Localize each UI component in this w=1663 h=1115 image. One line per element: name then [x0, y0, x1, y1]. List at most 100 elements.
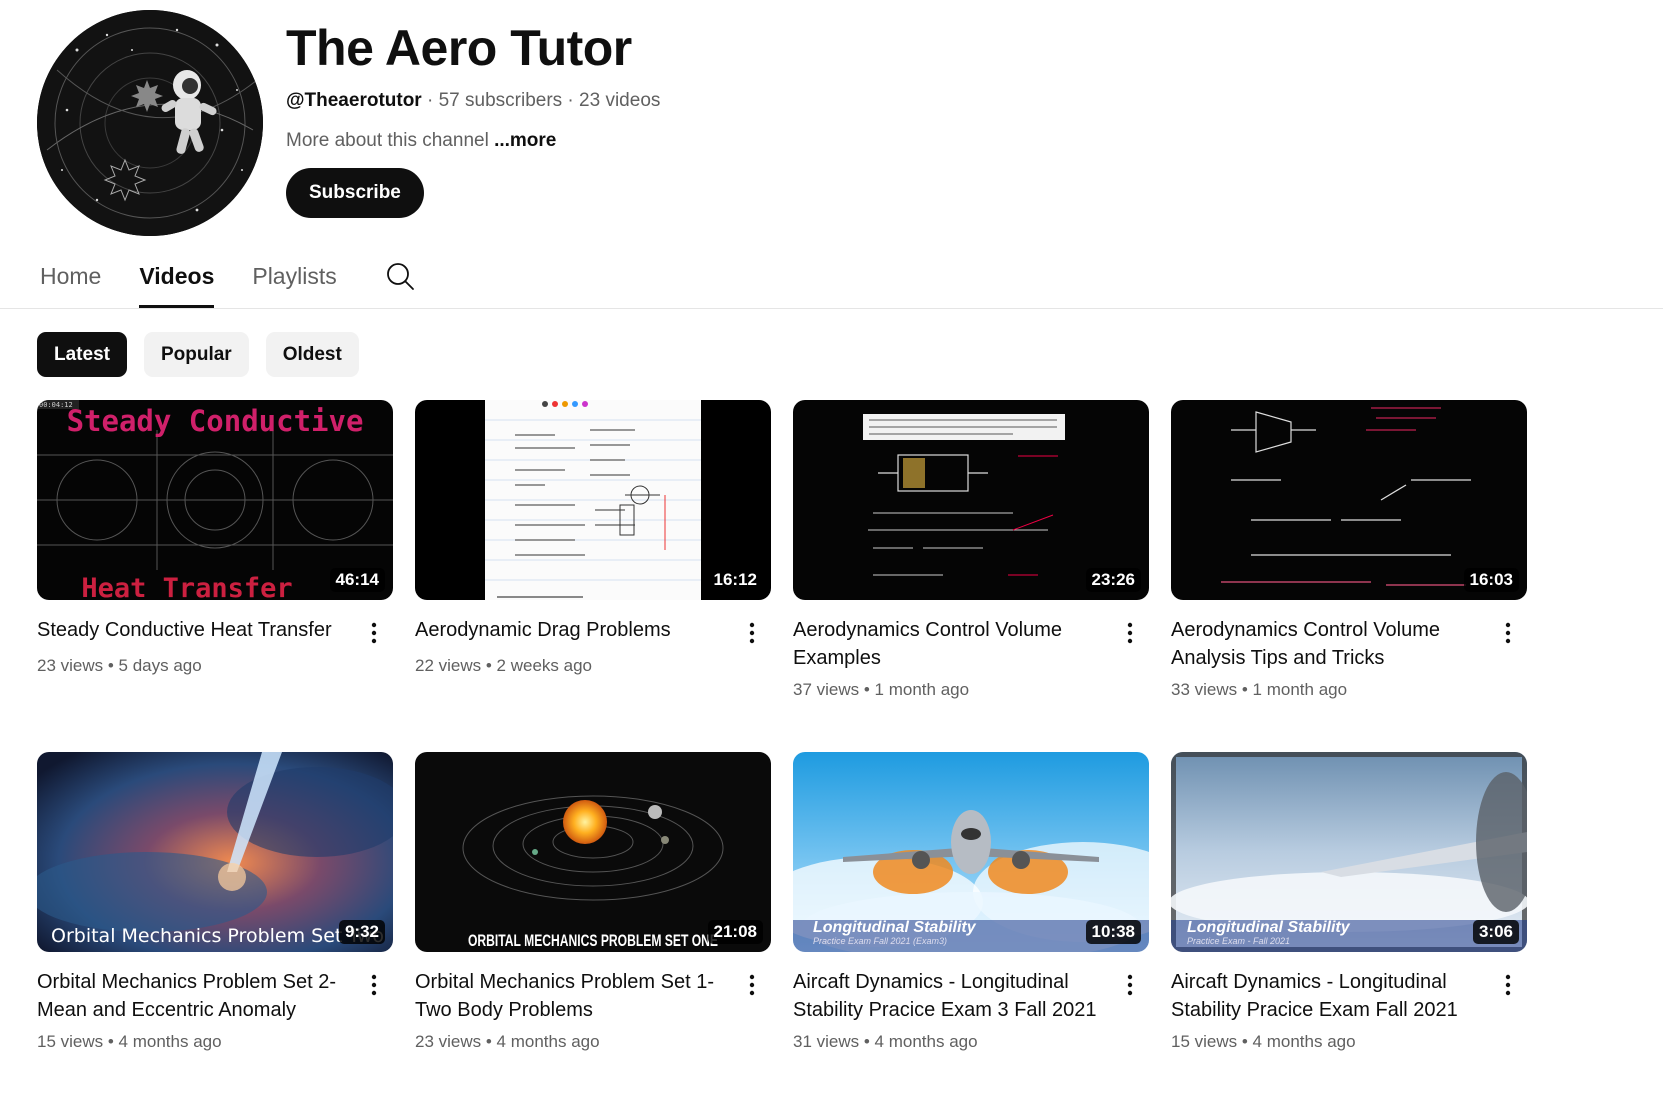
meta-dot: • — [103, 1032, 119, 1051]
video-title[interactable]: Aircaft Dynamics - Longitudinal Stabilit… — [1171, 968, 1489, 1024]
more-vert-icon[interactable] — [1115, 618, 1145, 648]
meta-separator: · — [421, 90, 439, 111]
view-count: 22 views — [415, 656, 482, 675]
video-thumbnail[interactable]: Orbital Mechanics Problem Set Two 9:32 — [37, 752, 393, 952]
thumb-subtitle: Practice Exam - Fall 2021 — [1187, 936, 1290, 946]
chip-latest[interactable]: Latest — [37, 332, 127, 377]
thumb-title-top: Steady Conductive — [67, 404, 364, 438]
tab-videos[interactable]: Videos — [139, 256, 215, 308]
upload-age: 1 month ago — [874, 680, 970, 699]
video-meta: 33 views • 1 month ago — [1171, 680, 1527, 700]
video-card: Steady Conductive Heat Transfer 00:04:12… — [37, 400, 393, 676]
video-card: ORBITAL MECHANICS PROBLEM SET ONE 21:08 … — [415, 752, 771, 1052]
meta-dot: • — [481, 1032, 497, 1051]
video-duration: 9:32 — [338, 920, 385, 944]
view-count: 37 views — [793, 680, 860, 699]
upload-age: 1 month ago — [1252, 680, 1348, 699]
more-vert-icon[interactable] — [1115, 970, 1145, 1000]
video-duration: 3:06 — [1472, 920, 1519, 944]
video-thumbnail[interactable]: Steady Conductive Heat Transfer 00:04:12… — [37, 400, 393, 600]
thumb-title-bottom: Heat Transfer — [81, 573, 292, 600]
video-duration: 46:14 — [329, 568, 385, 592]
more-vert-icon[interactable] — [737, 618, 767, 648]
video-title[interactable]: Steady Conductive Heat Transfer — [37, 616, 355, 648]
video-thumbnail[interactable]: 16:03 — [1171, 400, 1527, 600]
channel-name: The Aero Tutor — [286, 20, 632, 76]
channel-about[interactable]: More about this channel ...more — [286, 130, 660, 152]
video-title[interactable]: Aircaft Dynamics - Longitudinal Stabilit… — [793, 968, 1111, 1024]
video-duration: 21:08 — [707, 920, 763, 944]
video-thumbnail[interactable]: Longitudinal Stability Practice Exam - F… — [1171, 752, 1527, 952]
tabs-divider — [0, 308, 1663, 309]
video-thumbnail[interactable]: 23:26 — [793, 400, 1149, 600]
view-count: 23 views — [37, 656, 104, 675]
video-meta: 31 views • 4 months ago — [793, 1032, 1149, 1052]
video-card: 16:12 Aerodynamic Drag Problems 22 views… — [415, 400, 771, 676]
video-meta: 23 views • 5 days ago — [37, 656, 393, 676]
video-meta: 15 views • 4 months ago — [37, 1032, 393, 1052]
video-card: Orbital Mechanics Problem Set Two 9:32 O… — [37, 752, 393, 1052]
video-thumbnail[interactable]: ORBITAL MECHANICS PROBLEM SET ONE 21:08 — [415, 752, 771, 952]
subscriber-count: 57 subscribers — [438, 90, 563, 111]
channel-meta: @Theaerotutor · 57 subscribers · 23 vide… — [286, 90, 660, 112]
video-title[interactable]: Aerodynamic Drag Problems — [415, 616, 733, 648]
more-vert-icon[interactable] — [359, 618, 389, 648]
chip-popular[interactable]: Popular — [143, 332, 249, 377]
channel-page: The Aero Tutor @Theaerotutor · 57 subscr… — [0, 0, 1663, 1115]
channel-avatar[interactable] — [37, 10, 263, 236]
about-more-link[interactable]: ...more — [494, 130, 556, 151]
video-card: Longitudinal Stability Practice Exam - F… — [1171, 752, 1527, 1052]
video-title[interactable]: Aerodynamics Control Volume Analysis Tip… — [1171, 616, 1489, 672]
meta-dot: • — [859, 1032, 875, 1051]
view-count: 33 views — [1171, 680, 1238, 699]
meta-dot: • — [103, 656, 119, 675]
more-vert-icon[interactable] — [737, 970, 767, 1000]
search-icon[interactable] — [385, 261, 415, 291]
thumb-title: Longitudinal Stability — [1187, 919, 1351, 936]
view-count: 23 views — [415, 1032, 482, 1051]
video-title[interactable]: Aerodynamics Control Volume Examples — [793, 616, 1111, 672]
more-vert-icon[interactable] — [1493, 970, 1523, 1000]
video-thumbnail[interactable]: Longitudinal Stability Practice Exam Fal… — [793, 752, 1149, 952]
meta-separator: · — [562, 90, 580, 111]
tab-home[interactable]: Home — [40, 256, 101, 308]
video-count: 23 videos — [579, 90, 661, 111]
video-title[interactable]: Orbital Mechanics Problem Set 1- Two Bod… — [415, 968, 733, 1024]
channel-info: The Aero Tutor @Theaerotutor · 57 subscr… — [286, 20, 660, 218]
video-meta: 23 views • 4 months ago — [415, 1032, 771, 1052]
thumb-subtitle: Practice Exam Fall 2021 (Exam3) — [813, 936, 947, 946]
chip-oldest[interactable]: Oldest — [265, 332, 359, 377]
video-duration: 16:03 — [1463, 568, 1519, 592]
video-meta: 15 views • 4 months ago — [1171, 1032, 1527, 1052]
channel-handle: @Theaerotutor — [286, 90, 422, 111]
upload-age: 4 months ago — [118, 1032, 222, 1051]
upload-age: 2 weeks ago — [496, 656, 592, 675]
more-vert-icon[interactable] — [1493, 618, 1523, 648]
thumb-title: ORBITAL MECHANICS PROBLEM SET ONE — [468, 931, 718, 950]
more-vert-icon[interactable] — [359, 970, 389, 1000]
video-duration: 23:26 — [1085, 568, 1141, 592]
meta-dot: • — [481, 656, 497, 675]
view-count: 31 views — [793, 1032, 860, 1051]
sort-chips: Latest Popular Oldest — [37, 332, 359, 377]
thumb-title: Orbital Mechanics Problem Set Two — [51, 925, 384, 947]
avatar-astronaut-image — [37, 10, 263, 236]
upload-age: 4 months ago — [1252, 1032, 1356, 1051]
video-card: Longitudinal Stability Practice Exam Fal… — [793, 752, 1149, 1052]
view-count: 15 views — [37, 1032, 104, 1051]
video-card: 23:26 Aerodynamics Control Volume Exampl… — [793, 400, 1149, 700]
about-text: More about this channel — [286, 130, 489, 151]
meta-dot: • — [1237, 680, 1253, 699]
meta-dot: • — [859, 680, 875, 699]
video-meta: 22 views • 2 weeks ago — [415, 656, 771, 676]
video-title[interactable]: Orbital Mechanics Problem Set 2- Mean an… — [37, 968, 355, 1024]
video-meta: 37 views • 1 month ago — [793, 680, 1149, 700]
subscribe-button[interactable]: Subscribe — [286, 168, 424, 218]
thumb-timestamp: 00:04:12 — [39, 401, 73, 409]
video-duration: 16:12 — [707, 568, 763, 592]
thumb-title: Longitudinal Stability — [813, 919, 977, 936]
tab-playlists[interactable]: Playlists — [252, 256, 336, 308]
video-card: 16:03 Aerodynamics Control Volume Analys… — [1171, 400, 1527, 700]
video-thumbnail[interactable]: 16:12 — [415, 400, 771, 600]
video-duration: 10:38 — [1085, 920, 1141, 944]
